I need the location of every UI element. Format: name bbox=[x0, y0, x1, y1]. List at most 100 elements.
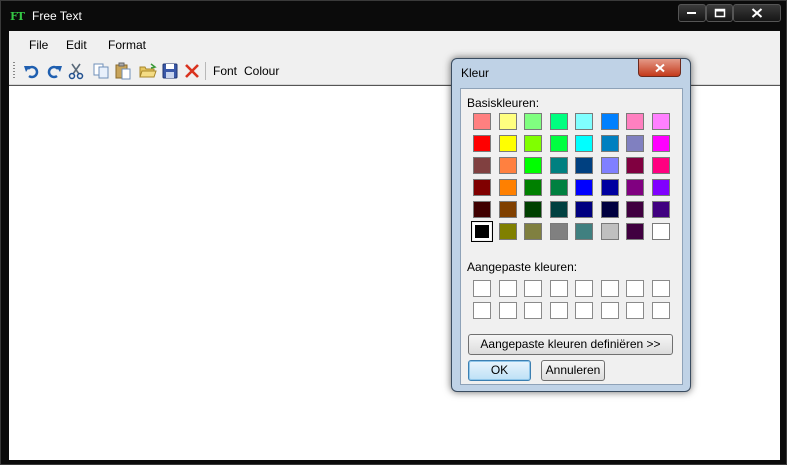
color-swatch[interactable] bbox=[549, 135, 568, 152]
minimize-button[interactable] bbox=[678, 4, 706, 22]
close-icon bbox=[654, 63, 665, 72]
custom-color-swatch[interactable] bbox=[600, 302, 619, 319]
minimize-icon bbox=[687, 12, 696, 14]
custom-color-swatch[interactable] bbox=[651, 302, 670, 319]
color-swatch[interactable] bbox=[498, 113, 517, 130]
close-button[interactable] bbox=[733, 4, 781, 22]
color-swatch[interactable] bbox=[524, 113, 542, 130]
color-swatch[interactable] bbox=[600, 201, 619, 218]
custom-color-swatch[interactable] bbox=[626, 280, 644, 297]
dialog-body: Basiskleuren: Aangepaste kleuren: Aangep… bbox=[460, 88, 683, 385]
custom-color-swatch[interactable] bbox=[575, 302, 593, 319]
title-bar[interactable]: FT Free Text bbox=[1, 1, 786, 31]
menu-bar: File Edit Format bbox=[9, 31, 780, 58]
ok-button[interactable]: OK bbox=[468, 360, 531, 381]
menu-file[interactable]: File bbox=[29, 38, 48, 52]
color-swatch[interactable] bbox=[626, 223, 644, 240]
toolbar-grip[interactable] bbox=[13, 62, 15, 80]
custom-color-swatch[interactable] bbox=[524, 302, 542, 319]
custom-color-swatch[interactable] bbox=[549, 280, 568, 297]
color-swatch[interactable] bbox=[575, 201, 593, 218]
save-icon bbox=[162, 63, 178, 79]
maximize-button[interactable] bbox=[706, 4, 733, 22]
color-swatch[interactable] bbox=[473, 201, 491, 218]
color-swatch[interactable] bbox=[575, 157, 593, 174]
color-swatch[interactable] bbox=[524, 179, 542, 196]
color-swatch[interactable] bbox=[498, 157, 517, 174]
paste-button[interactable] bbox=[114, 62, 132, 80]
color-swatch[interactable] bbox=[524, 157, 542, 174]
copy-button[interactable] bbox=[92, 62, 110, 80]
colour-button[interactable]: Colour bbox=[244, 64, 279, 78]
dialog-title: Kleur bbox=[461, 66, 490, 80]
color-swatch[interactable] bbox=[651, 113, 670, 130]
color-swatch[interactable] bbox=[575, 113, 593, 130]
color-swatch[interactable] bbox=[651, 179, 670, 196]
color-swatch[interactable] bbox=[651, 157, 670, 174]
color-swatch[interactable] bbox=[626, 157, 644, 174]
redo-button[interactable] bbox=[45, 62, 63, 80]
open-icon bbox=[139, 63, 157, 78]
color-swatch[interactable] bbox=[498, 223, 517, 240]
menu-format[interactable]: Format bbox=[108, 38, 146, 52]
color-swatch[interactable] bbox=[626, 201, 644, 218]
color-swatch[interactable] bbox=[498, 135, 517, 152]
paste-icon bbox=[115, 62, 131, 80]
color-swatch[interactable] bbox=[473, 157, 491, 174]
color-swatch[interactable] bbox=[651, 135, 670, 152]
color-swatch[interactable] bbox=[575, 223, 593, 240]
color-swatch[interactable] bbox=[524, 135, 542, 152]
color-swatch[interactable] bbox=[600, 135, 619, 152]
color-swatch[interactable] bbox=[651, 201, 670, 218]
open-button[interactable] bbox=[139, 62, 157, 80]
font-button[interactable]: Font bbox=[213, 64, 237, 78]
close-icon bbox=[751, 8, 763, 18]
color-swatch[interactable] bbox=[626, 135, 644, 152]
color-swatch[interactable] bbox=[498, 201, 517, 218]
cut-button[interactable] bbox=[67, 62, 85, 80]
color-swatch[interactable] bbox=[549, 223, 568, 240]
color-swatch[interactable] bbox=[498, 179, 517, 196]
color-swatch[interactable] bbox=[473, 135, 491, 152]
custom-color-swatch[interactable] bbox=[473, 280, 491, 297]
color-swatch[interactable] bbox=[473, 113, 491, 130]
custom-color-swatch[interactable] bbox=[575, 280, 593, 297]
color-swatch[interactable] bbox=[600, 223, 619, 240]
color-swatch[interactable] bbox=[575, 135, 593, 152]
color-swatch[interactable] bbox=[471, 221, 493, 242]
color-swatch[interactable] bbox=[524, 201, 542, 218]
define-custom-colors-button[interactable]: Aangepaste kleuren definiëren >> bbox=[468, 334, 673, 355]
custom-color-swatch[interactable] bbox=[524, 280, 542, 297]
custom-color-swatch[interactable] bbox=[549, 302, 568, 319]
custom-color-swatch[interactable] bbox=[498, 302, 517, 319]
colour-dialog: Kleur Basiskleuren: Aangepaste kleuren: … bbox=[451, 58, 691, 392]
undo-button[interactable] bbox=[23, 62, 41, 80]
custom-color-swatch[interactable] bbox=[498, 280, 517, 297]
redo-icon bbox=[47, 65, 62, 79]
color-swatch[interactable] bbox=[600, 157, 619, 174]
color-swatch[interactable] bbox=[549, 157, 568, 174]
color-swatch[interactable] bbox=[524, 223, 542, 240]
color-swatch[interactable] bbox=[600, 179, 619, 196]
color-swatch[interactable] bbox=[600, 113, 619, 130]
save-button[interactable] bbox=[161, 62, 179, 80]
custom-color-swatch[interactable] bbox=[651, 280, 670, 297]
custom-color-swatch[interactable] bbox=[626, 302, 644, 319]
custom-color-swatch[interactable] bbox=[600, 280, 619, 297]
color-swatch[interactable] bbox=[575, 179, 593, 196]
color-swatch[interactable] bbox=[651, 223, 670, 240]
custom-colors-label: Aangepaste kleuren: bbox=[467, 260, 578, 274]
custom-color-swatch[interactable] bbox=[473, 302, 491, 319]
cancel-button[interactable]: Annuleren bbox=[541, 360, 605, 381]
color-swatch[interactable] bbox=[473, 179, 491, 196]
color-swatch[interactable] bbox=[549, 201, 568, 218]
basic-colors-label: Basiskleuren: bbox=[467, 96, 540, 110]
color-swatch[interactable] bbox=[626, 113, 644, 130]
delete-button[interactable] bbox=[183, 62, 201, 80]
custom-color-grid bbox=[473, 280, 670, 319]
menu-edit[interactable]: Edit bbox=[66, 38, 87, 52]
color-swatch[interactable] bbox=[626, 179, 644, 196]
color-swatch[interactable] bbox=[549, 179, 568, 196]
dialog-close-button[interactable] bbox=[638, 59, 681, 77]
color-swatch[interactable] bbox=[549, 113, 568, 130]
